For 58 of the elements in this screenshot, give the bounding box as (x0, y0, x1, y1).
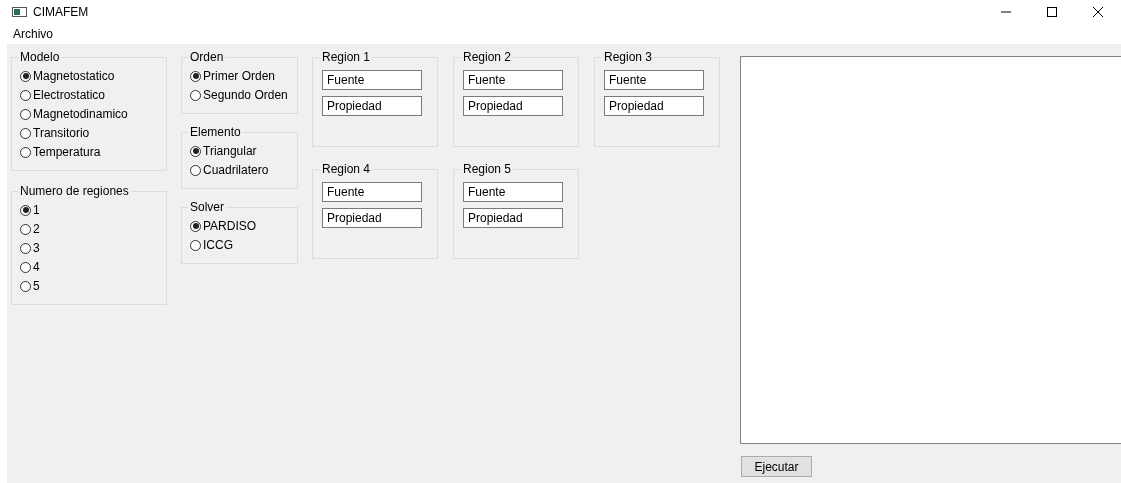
menu-item[interactable]: Archivo (7, 27, 59, 41)
radio-option[interactable]: Segundo Orden (190, 87, 289, 103)
group-title: Modelo (19, 50, 61, 64)
input-field[interactable]: Fuente (322, 182, 422, 202)
input-field[interactable]: Fuente (463, 70, 563, 90)
input-field[interactable]: Propiedad (604, 96, 704, 116)
radio-option[interactable]: Magnetodinamico (20, 106, 158, 122)
radio-icon[interactable] (190, 220, 201, 232)
window-title: CIMAFEM (33, 5, 89, 19)
radio-option[interactable]: Transitorio (20, 125, 158, 141)
radio-option[interactable]: PARDISO (190, 218, 289, 234)
group-title: Region 5 (462, 162, 513, 176)
group-title: Numero de regiones (19, 184, 130, 198)
radio-option[interactable]: 2 (20, 221, 158, 237)
radio-icon[interactable] (20, 70, 31, 82)
input-field[interactable]: Propiedad (463, 208, 563, 228)
radio-option[interactable]: Triangular (190, 143, 289, 159)
input-field[interactable]: Propiedad (322, 208, 422, 228)
radio-icon[interactable] (20, 127, 31, 139)
maximize-icon (1047, 7, 1057, 17)
input-field[interactable]: Fuente (463, 182, 563, 202)
radio-icon[interactable] (20, 261, 31, 273)
group-title: Orden (189, 50, 225, 64)
group-title: Region 3 (603, 50, 654, 64)
group-title: Solver (189, 200, 225, 214)
radio-icon[interactable] (20, 242, 31, 254)
input-field[interactable]: Fuente (604, 70, 704, 90)
radio-icon[interactable] (190, 89, 201, 101)
radio-icon[interactable] (20, 89, 31, 101)
radio-option[interactable]: Cuadrilatero (190, 162, 289, 178)
app-icon (12, 7, 27, 17)
radio-option[interactable]: 1 (20, 202, 158, 218)
group-title: Elemento (189, 125, 242, 139)
radio-option[interactable]: ICCG (190, 237, 289, 253)
radio-option[interactable]: Magnetostatico (20, 68, 158, 84)
run-button[interactable]: Ejecutar (741, 456, 812, 477)
group-title: Region 1 (321, 50, 372, 64)
input-field[interactable]: Propiedad (322, 96, 422, 116)
radio-option[interactable]: Electrostatico (20, 87, 158, 103)
radio-icon[interactable] (190, 164, 201, 176)
radio-icon[interactable] (190, 70, 201, 82)
radio-icon[interactable] (20, 204, 31, 216)
radio-option[interactable]: 4 (20, 259, 158, 275)
close-icon (1093, 7, 1103, 17)
radio-option[interactable]: 3 (20, 240, 158, 256)
group-title: Region 4 (321, 162, 372, 176)
radio-icon[interactable] (20, 223, 31, 235)
input-field[interactable]: Propiedad (463, 96, 563, 116)
radio-option[interactable]: Temperatura (20, 144, 158, 160)
radio-icon[interactable] (20, 280, 31, 292)
radio-icon[interactable] (190, 145, 201, 157)
radio-icon[interactable] (190, 239, 201, 251)
group-title: Region 2 (462, 50, 513, 64)
radio-icon[interactable] (20, 146, 31, 158)
radio-option[interactable]: 5 (20, 278, 158, 294)
radio-icon[interactable] (20, 108, 31, 120)
radio-option[interactable]: Primer Orden (190, 68, 289, 84)
input-field[interactable]: Fuente (322, 70, 422, 90)
